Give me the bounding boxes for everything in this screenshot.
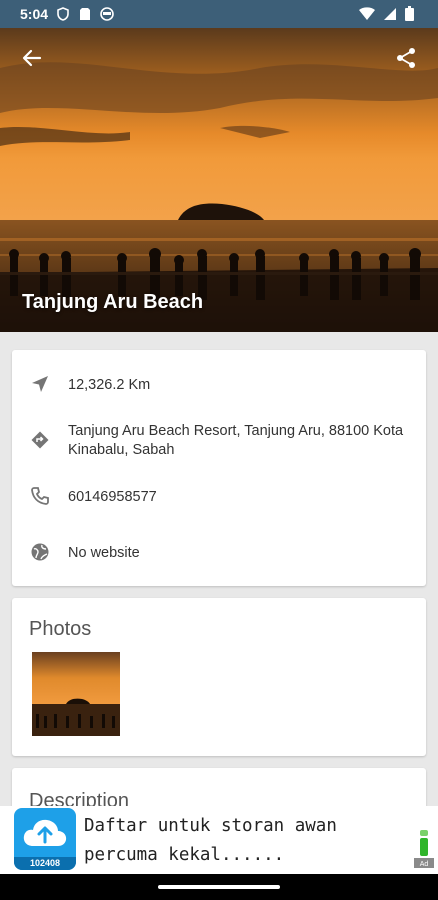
ad-logo: 102408 [14,808,76,870]
back-button[interactable] [14,40,50,76]
face-icon [100,7,114,21]
ad-text: Daftar untuk storan awan percuma kekal..… [84,816,337,865]
arrow-left-icon [22,48,42,68]
status-bar: 5:04 [0,0,438,28]
address-text: Tanjung Aru Beach Resort, Tanjung Aru, 8… [68,423,404,458]
battery-icon [405,6,414,24]
photos-heading: Photos [29,618,92,640]
globe-icon [30,542,52,564]
ad-logo-number: 102408 [14,857,76,870]
wifi-icon [359,6,375,24]
directions-icon [30,430,52,452]
share-icon [395,47,417,69]
place-title: Tanjung Aru Beach [22,291,204,313]
distance-text: 12,326.2 Km [68,377,151,393]
signal-icon [383,7,397,24]
phone-text: 60146958577 [68,489,157,505]
photo-thumbnail[interactable] [32,652,120,736]
share-button[interactable] [388,40,424,76]
status-time: 5:04 [20,6,49,22]
phone-icon [30,486,52,508]
ad-banner[interactable]: 102408 Daftar untuk storan awan percuma … [0,806,438,874]
photos-card: Photos [12,598,426,756]
ad-choices-icon[interactable]: Ad [414,820,434,868]
cloud-upload-icon [23,816,67,855]
sim-card-icon [78,7,92,21]
website-text: No website [68,545,140,561]
navigation-bar [0,874,438,900]
navigation-arrow-icon [30,374,52,396]
svg-text:Ad: Ad [420,861,429,868]
info-card: 12,326.2 Km Tanjung Aru Beach Resort, Ta… [12,350,426,586]
hero-image: Tanjung Aru Beach [0,28,438,332]
home-gesture-handle[interactable] [158,885,280,889]
shield-icon [56,7,70,21]
